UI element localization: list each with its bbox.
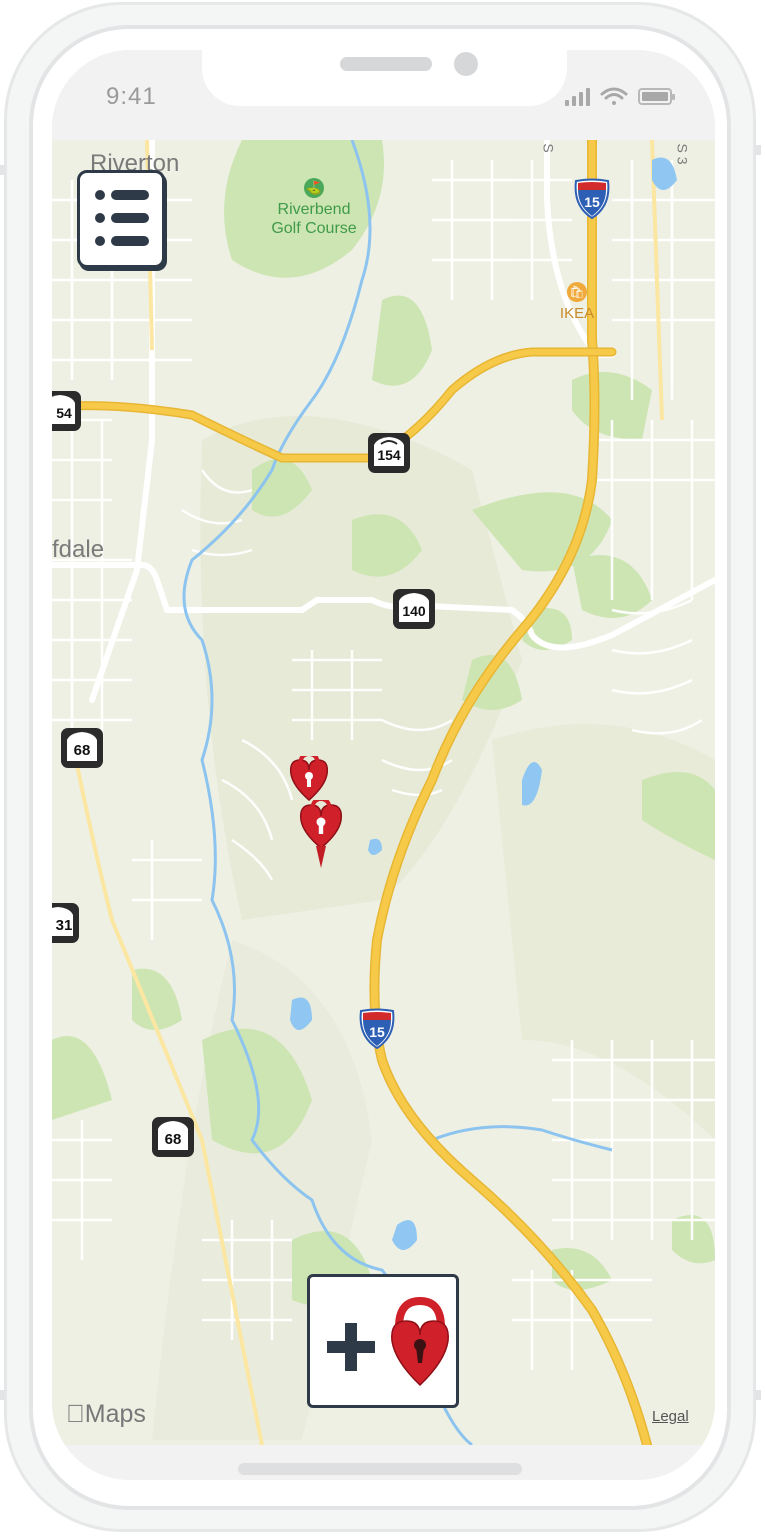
wifi-icon [600,87,628,105]
screen: 9:41 Riverton fdale ⛳ Riverbend Golf Cou… [52,50,715,1480]
plus-icon [327,1323,375,1371]
home-indicator[interactable] [238,1463,522,1475]
menu-button[interactable] [77,170,165,268]
street-label-s: S [540,143,557,153]
side-button [755,145,761,155]
home-indicator-area [52,1445,715,1480]
shield-number: 68 [73,742,91,759]
shield-number: 154 [377,447,401,463]
shield-number: 68 [164,1131,182,1148]
notch [202,50,567,106]
poi-label-line1: Riverbend [277,201,351,218]
apple-logo-icon:  [66,1400,85,1428]
heart-lock-icon [391,1296,449,1387]
lock-map-pin[interactable] [296,796,346,877]
heart-lock-map-pin-icon [299,796,343,868]
poi-riverbend-golf-course[interactable]: ⛳ Riverbend Golf Course [264,178,364,238]
speaker [340,57,432,71]
camera [454,52,478,76]
legal-link[interactable]: Legal [652,1408,689,1425]
side-button [0,165,5,175]
poi-label-line2: Golf Course [271,220,357,237]
map-view[interactable]: Riverton fdale ⛳ Riverbend Golf Course 🛍… [52,140,715,1445]
street-label-s3: S 3 [674,143,691,165]
add-lock-button[interactable] [307,1274,459,1408]
apple-maps-attribution: Maps [66,1400,146,1429]
side-button [755,1390,761,1400]
interstate-shield-15-top: 15 [573,178,611,220]
list-icon [95,190,149,246]
battery-icon [638,88,675,105]
poi-label-ikea: IKEA [559,305,595,322]
state-route-shield-68-upper: 68 [60,727,104,769]
poi-ikea[interactable]: 🛍 IKEA [557,282,597,323]
status-icons [565,86,685,106]
place-label-bluffdale: fdale [52,536,105,563]
side-button [0,1390,5,1400]
shield-number: 140 [402,603,426,619]
shield-number: 31 [55,917,73,934]
state-route-shield-68-lower: 68 [151,1116,195,1158]
shield-number: 15 [584,194,600,210]
interstate-shield-15-bottom: 15 [358,1008,396,1050]
state-route-shield-154: 154 [367,432,411,474]
attribution-text: Maps [66,1400,146,1428]
shield-number: 15 [369,1024,385,1040]
state-route-shield-140: 140 [392,588,436,630]
store-icon: 🛍 [567,282,587,302]
state-route-shield-154-left: 54 [52,390,82,432]
shield-number: 54 [56,405,72,421]
golf-icon: ⛳ [304,178,324,198]
map-base [52,140,715,1445]
status-time: 9:41 [106,83,157,110]
state-route-shield-31: 31 [52,902,80,944]
cellular-signal-icon [565,88,590,106]
